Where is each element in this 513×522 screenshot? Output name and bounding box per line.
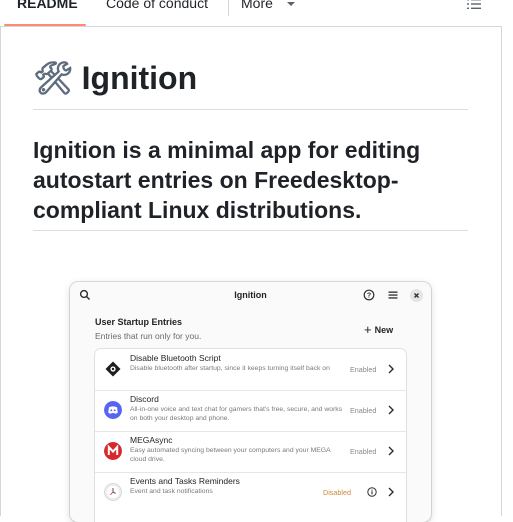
entry-status: Disabled bbox=[323, 488, 351, 497]
mega-icon bbox=[104, 442, 122, 460]
tab-readme[interactable]: README bbox=[17, 0, 78, 11]
chevron-right-icon bbox=[387, 446, 395, 456]
help-icon: ? bbox=[363, 289, 375, 301]
new-entry-button: +New bbox=[364, 322, 393, 337]
entry-name: Disable Bluetooth Script bbox=[130, 353, 221, 363]
repo-tab-bar: README Code of conduct More bbox=[0, 0, 501, 27]
tab-code-of-conduct[interactable]: Code of conduct bbox=[106, 0, 208, 11]
entry-status: Enabled bbox=[350, 406, 376, 415]
readme-subheading: Ignition is a minimal app for editing au… bbox=[33, 135, 468, 231]
clock-icon bbox=[104, 483, 122, 501]
entry-description: Event and task notifications bbox=[130, 488, 345, 497]
chevron-right-icon bbox=[387, 405, 395, 415]
entry-description: Disable bluetooth after startup, since i… bbox=[130, 365, 345, 374]
entry-name: MEGAsync bbox=[130, 435, 173, 445]
script-gear-icon bbox=[104, 360, 122, 378]
entry-status: Enabled bbox=[350, 365, 376, 374]
menu-icon bbox=[387, 289, 399, 301]
app-title: Ignition bbox=[70, 290, 431, 300]
tab-divider bbox=[228, 0, 229, 16]
tools-icon: 🛠 bbox=[33, 60, 74, 96]
readme-title: Ignition bbox=[82, 60, 198, 96]
list-item: Events and Tasks Reminders Event and tas… bbox=[95, 472, 406, 513]
section-title: User Startup Entries bbox=[95, 317, 182, 327]
app-screenshot: Ignition ? User Startup Entries Entries … bbox=[70, 282, 431, 522]
readme-heading: 🛠Ignition bbox=[33, 58, 468, 110]
list-item: Discord All-in-one voice and text chat f… bbox=[95, 390, 406, 432]
info-icon bbox=[367, 487, 377, 497]
entry-name: Events and Tasks Reminders bbox=[130, 476, 240, 486]
new-entry-label: New bbox=[375, 325, 394, 335]
chevron-right-icon bbox=[387, 364, 395, 374]
window-close-button bbox=[410, 289, 423, 302]
section-subtitle: Entries that run only for you. bbox=[95, 331, 201, 341]
entry-status: Enabled bbox=[350, 447, 376, 456]
close-icon bbox=[410, 289, 423, 302]
list-item: Disable Bluetooth Script Disable bluetoo… bbox=[95, 349, 406, 391]
tab-more-label: More bbox=[241, 0, 273, 11]
chevron-right-icon bbox=[387, 487, 395, 497]
app-header-bar: Ignition ? bbox=[70, 282, 431, 308]
tab-more[interactable]: More bbox=[241, 0, 295, 11]
entries-list: Disable Bluetooth Script Disable bluetoo… bbox=[95, 349, 406, 522]
entry-name: Discord bbox=[130, 394, 159, 404]
caret-down-icon bbox=[287, 2, 295, 6]
list-item: MEGAsync Easy automated syncing between … bbox=[95, 431, 406, 473]
entry-description: All-in-one voice and text chat for gamer… bbox=[130, 406, 345, 424]
svg-text:?: ? bbox=[367, 292, 371, 299]
list-unordered-icon[interactable] bbox=[466, 0, 482, 12]
plus-icon: + bbox=[364, 322, 372, 337]
entry-description: Easy automated syncing between your comp… bbox=[130, 447, 345, 465]
discord-icon bbox=[104, 401, 122, 419]
